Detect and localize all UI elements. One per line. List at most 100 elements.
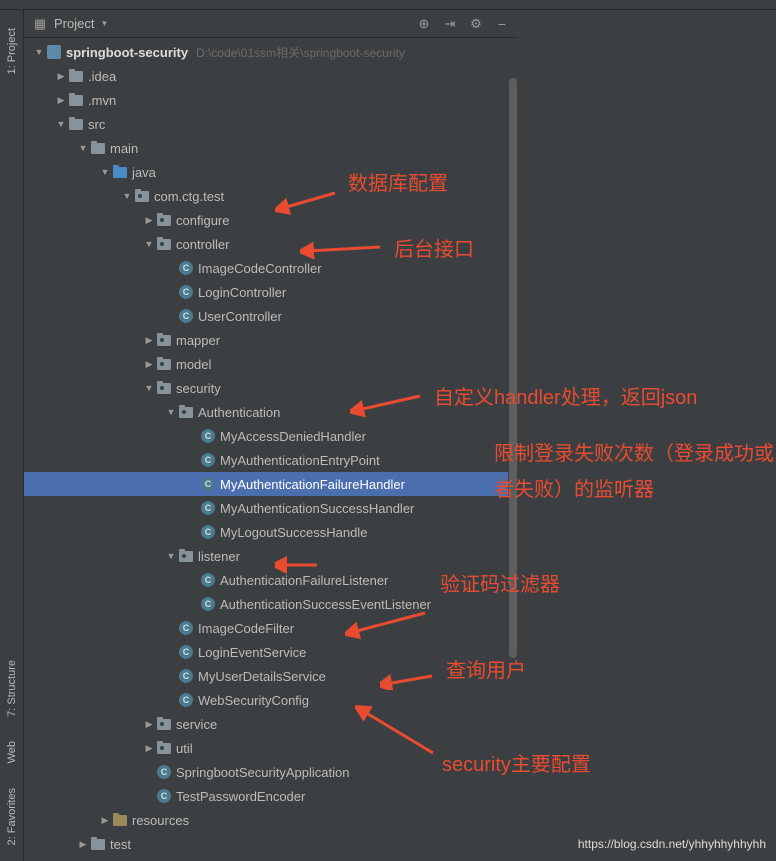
- class-icon: C: [156, 764, 172, 780]
- tree-authenticationSuccessEventListener[interactable]: C AuthenticationSuccessEventListener: [24, 592, 518, 616]
- tree-java[interactable]: ▼ java: [24, 160, 518, 184]
- sidebar-tab-structure[interactable]: 7: Structure: [4, 652, 20, 725]
- arrow-right-icon: ▶: [142, 333, 156, 347]
- tree-mapper[interactable]: ▶ mapper: [24, 328, 518, 352]
- main-label: main: [110, 141, 138, 156]
- sidebar-tab-web[interactable]: Web: [4, 733, 20, 771]
- tree-main[interactable]: ▼ main: [24, 136, 518, 160]
- tree-mvn[interactable]: ▶ .mvn: [24, 88, 518, 112]
- tree-authenticationFailureListener[interactable]: C AuthenticationFailureListener: [24, 568, 518, 592]
- tree-loginController[interactable]: C LoginController: [24, 280, 518, 304]
- java-label: java: [132, 165, 156, 180]
- arrow-down-icon: ▼: [142, 237, 156, 251]
- tree-loginEventService[interactable]: C LoginEventService: [24, 640, 518, 664]
- myAuthenticationSuccessHandler-label: MyAuthenticationSuccessHandler: [220, 501, 414, 516]
- myUserDetailsService-label: MyUserDetailsService: [198, 669, 326, 684]
- locate-icon[interactable]: ⊕: [416, 16, 432, 32]
- tree-springbootSecurityApplication[interactable]: C SpringbootSecurityApplication: [24, 760, 518, 784]
- dropdown-icon[interactable]: ▼: [100, 19, 108, 28]
- tree-authentication[interactable]: ▼ Authentication: [24, 400, 518, 424]
- settings-icon[interactable]: ⚙: [468, 16, 484, 32]
- project-panel: ▦ Project ▼ ⊕ ⇥ ⚙ ⎯ ▼ springboot-securit…: [24, 38, 518, 861]
- tree-myUserDetailsService[interactable]: C MyUserDetailsService: [24, 664, 518, 688]
- folder-icon: [90, 836, 106, 852]
- package-icon: [178, 404, 194, 420]
- configure-label: configure: [176, 213, 229, 228]
- package-icon: [156, 356, 172, 372]
- tree-imageCodeFilter[interactable]: C ImageCodeFilter: [24, 616, 518, 640]
- class-icon: C: [178, 620, 194, 636]
- myLogoutSuccessHandle-label: MyLogoutSuccessHandle: [220, 525, 367, 540]
- collapse-icon[interactable]: ⇥: [442, 16, 458, 32]
- class-icon: C: [200, 500, 216, 516]
- hide-icon[interactable]: ⎯: [494, 16, 510, 32]
- userController-label: UserController: [198, 309, 282, 324]
- idea-label: .idea: [88, 69, 116, 84]
- loginEventService-label: LoginEventService: [198, 645, 306, 660]
- arrow-down-icon: ▼: [32, 45, 46, 59]
- tree-imageCodeController[interactable]: C ImageCodeController: [24, 256, 518, 280]
- arrow-right-icon: ▶: [54, 93, 68, 107]
- security-label: security: [176, 381, 221, 396]
- tree-service[interactable]: ▶ service: [24, 712, 518, 736]
- tree-myAuthenticationSuccessHandler[interactable]: C MyAuthenticationSuccessHandler: [24, 496, 518, 520]
- springbootSecurityApplication-label: SpringbootSecurityApplication: [176, 765, 349, 780]
- class-icon: C: [178, 260, 194, 276]
- class-icon: C: [200, 596, 216, 612]
- root-path: D:\code\01ssm相关\springboot-security: [196, 44, 405, 61]
- tree-package[interactable]: ▼ com.ctg.test: [24, 184, 518, 208]
- tree-src[interactable]: ▼ src: [24, 112, 518, 136]
- tree-model[interactable]: ▶ model: [24, 352, 518, 376]
- tree-configure[interactable]: ▶ configure: [24, 208, 518, 232]
- root-label: springboot-security: [66, 45, 188, 60]
- arrow-down-icon: ▼: [120, 189, 134, 203]
- tree-security[interactable]: ▼ security: [24, 376, 518, 400]
- tree-test[interactable]: ▶ test: [24, 832, 518, 856]
- tree-userController[interactable]: C UserController: [24, 304, 518, 328]
- arrow-right-icon: ▶: [54, 69, 68, 83]
- tree-resources[interactable]: ▶ resources: [24, 808, 518, 832]
- src-label: src: [88, 117, 105, 132]
- myAccessDeniedHandler-label: MyAccessDeniedHandler: [220, 429, 366, 444]
- tree-root[interactable]: ▼ springboot-security D:\code\01ssm相关\sp…: [24, 40, 518, 64]
- resources-icon: [112, 812, 128, 828]
- tree-webSecurityConfig[interactable]: C WebSecurityConfig: [24, 688, 518, 712]
- package-icon: [156, 236, 172, 252]
- project-label[interactable]: Project: [54, 16, 94, 31]
- tree-myAuthenticationEntryPoint[interactable]: C MyAuthenticationEntryPoint: [24, 448, 518, 472]
- tree-myAuthenticationFailureHandler[interactable]: C MyAuthenticationFailureHandler: [24, 472, 518, 496]
- scrollbar-thumb[interactable]: [509, 78, 517, 658]
- service-label: service: [176, 717, 217, 732]
- testPasswordEncoder-label: TestPasswordEncoder: [176, 789, 305, 804]
- class-icon: C: [200, 452, 216, 468]
- class-icon: C: [178, 284, 194, 300]
- package-icon: [156, 740, 172, 756]
- sidebar-tab-project[interactable]: 1: Project: [4, 20, 20, 82]
- test-label: test: [110, 837, 131, 852]
- util-label: util: [176, 741, 193, 756]
- tree-myAccessDeniedHandler[interactable]: C MyAccessDeniedHandler: [24, 424, 518, 448]
- model-label: model: [176, 357, 211, 372]
- myAuthenticationFailureHandler-label: MyAuthenticationFailureHandler: [220, 477, 405, 492]
- sidebar-tab-favorites[interactable]: 2: Favorites: [4, 780, 20, 853]
- folder-icon: [90, 140, 106, 156]
- tree-controller[interactable]: ▼ controller: [24, 232, 518, 256]
- webSecurityConfig-label: WebSecurityConfig: [198, 693, 309, 708]
- tree-testPasswordEncoder[interactable]: C TestPasswordEncoder: [24, 784, 518, 808]
- class-icon: C: [200, 428, 216, 444]
- imageCodeFilter-label: ImageCodeFilter: [198, 621, 294, 636]
- package-icon: [156, 212, 172, 228]
- arrow-right-icon: ▶: [142, 357, 156, 371]
- annotation-login-fail: 限制登录失败次数（登录成功或者失败）的监听器: [494, 436, 774, 508]
- tree-listener[interactable]: ▼ listener: [24, 544, 518, 568]
- class-icon: C: [178, 308, 194, 324]
- tree-myLogoutSuccessHandle[interactable]: C MyLogoutSuccessHandle: [24, 520, 518, 544]
- folder-icon: [68, 116, 84, 132]
- controller-label: controller: [176, 237, 229, 252]
- tree-idea[interactable]: ▶ .idea: [24, 64, 518, 88]
- package-icon: [134, 188, 150, 204]
- scrollbar[interactable]: [508, 38, 518, 861]
- arrow-down-icon: ▼: [142, 381, 156, 395]
- class-icon: C: [200, 572, 216, 588]
- tree-util[interactable]: ▶ util: [24, 736, 518, 760]
